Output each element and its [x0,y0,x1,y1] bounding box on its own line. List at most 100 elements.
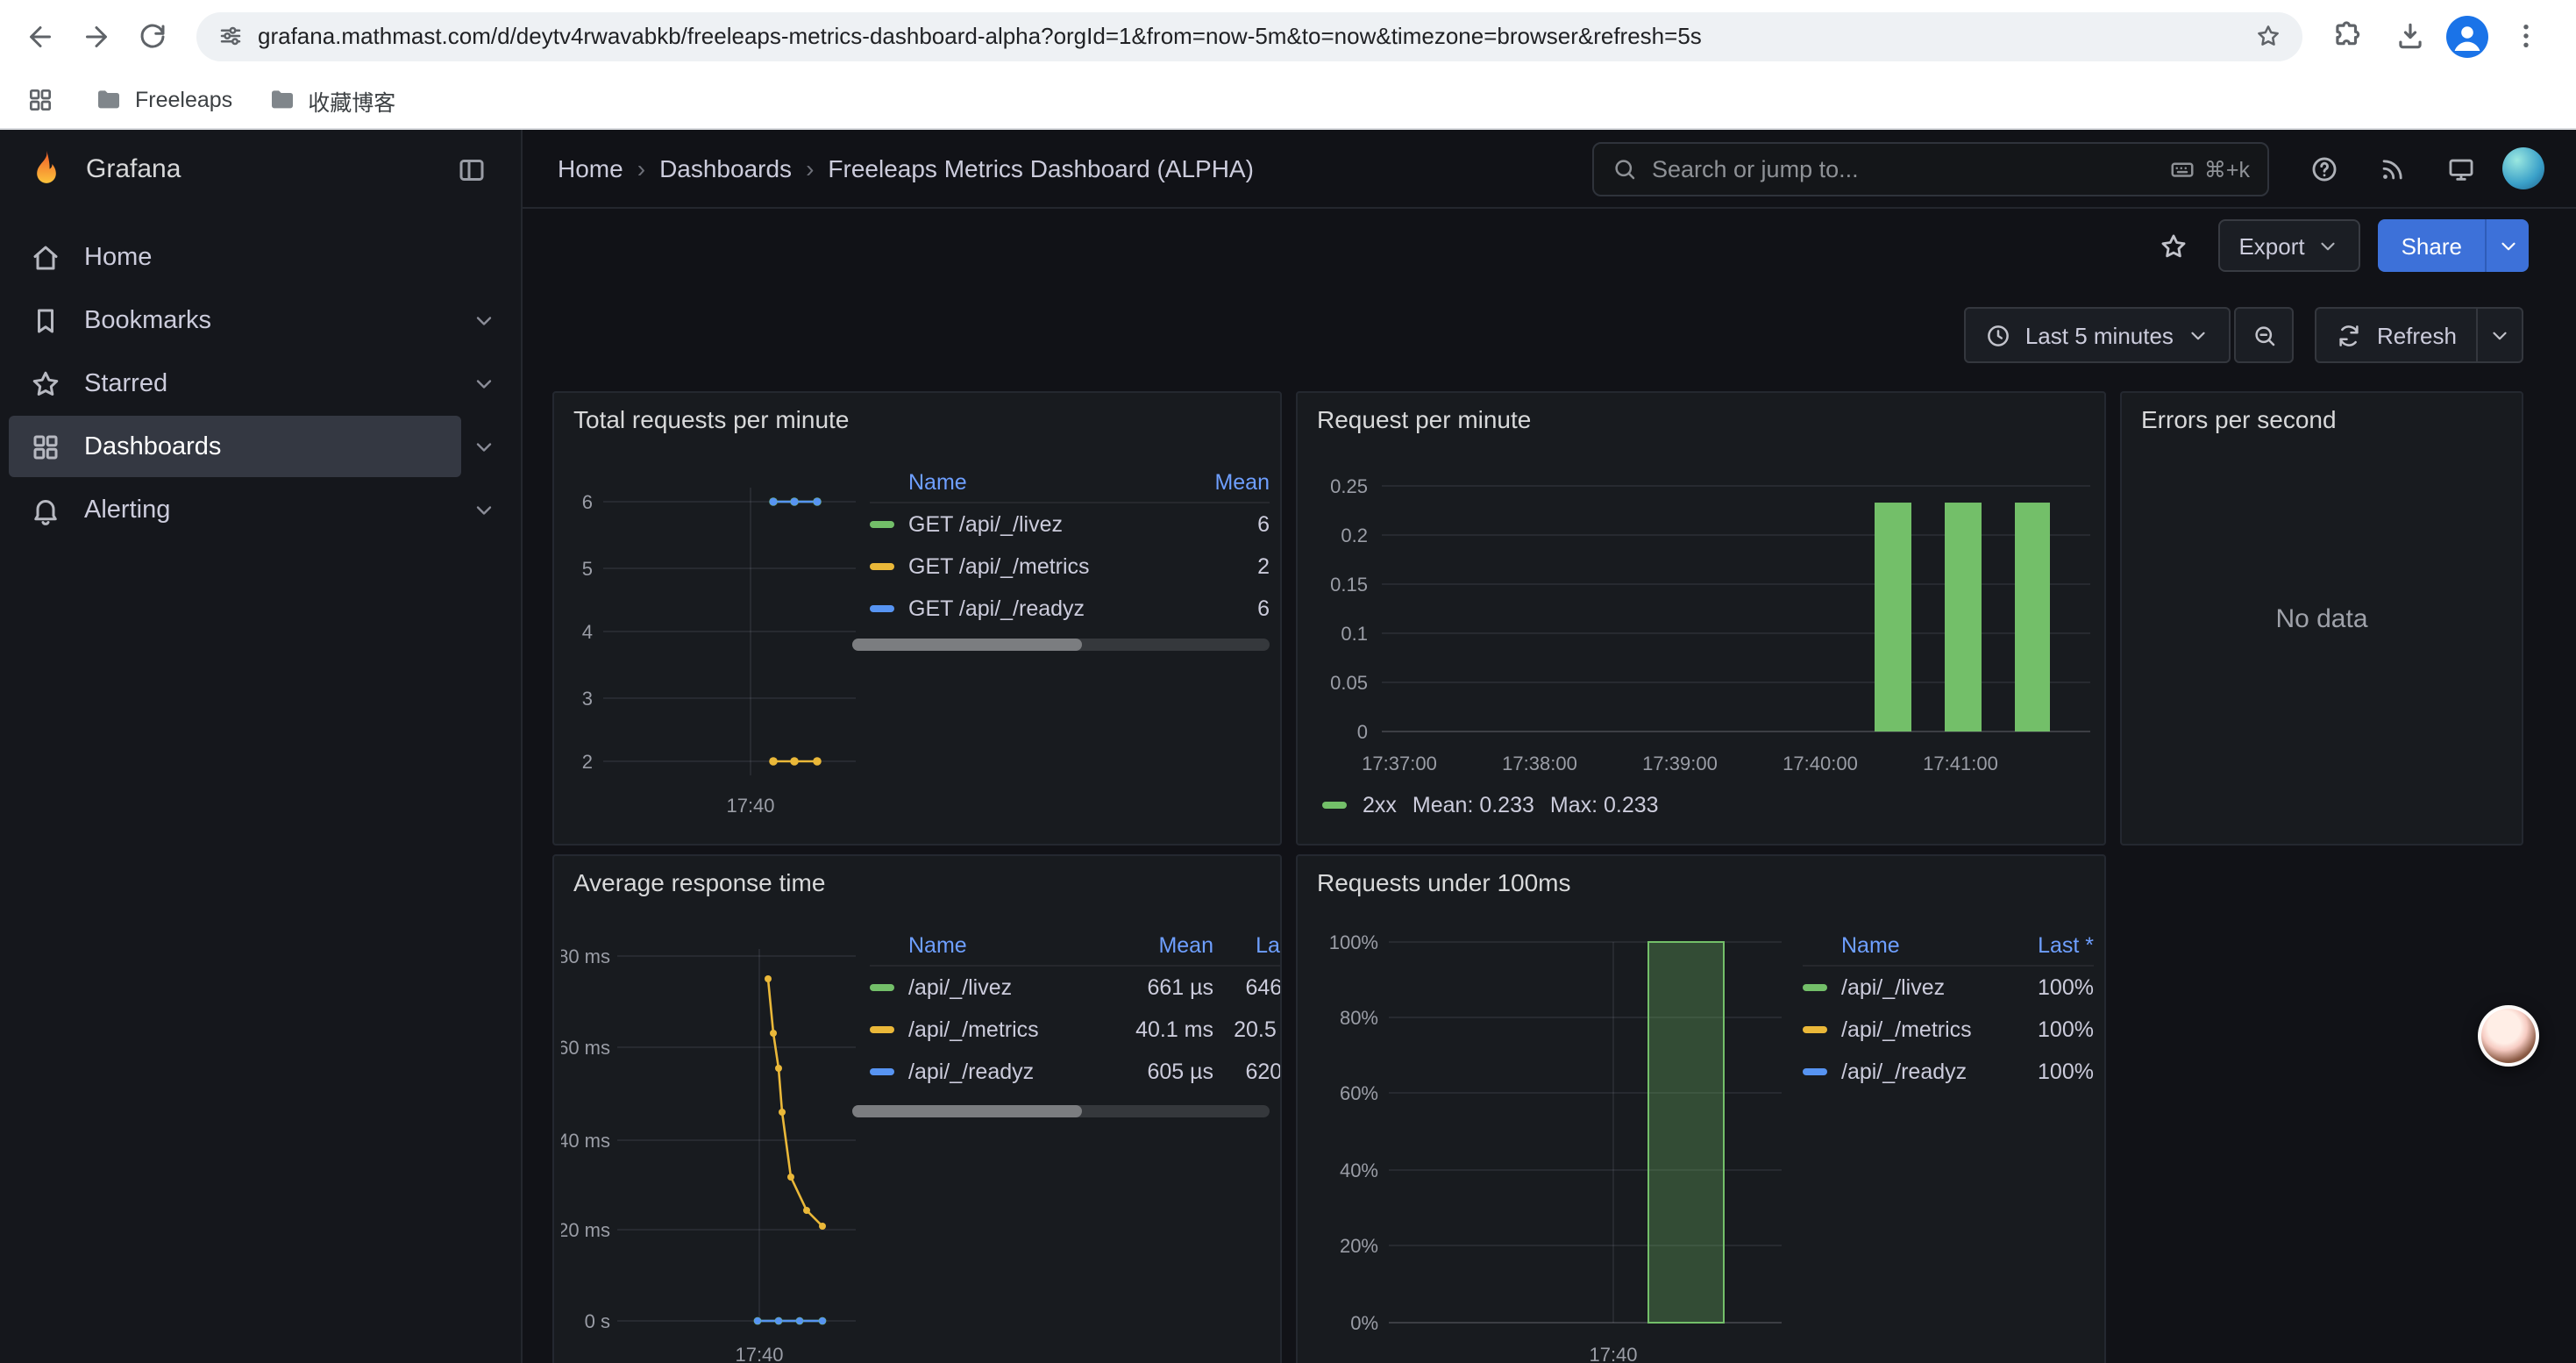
sidebar-collapse-button[interactable] [447,145,496,194]
legend-col-mean[interactable]: Mean [1115,933,1213,958]
legend-header: Name Last * [1803,926,2094,967]
breadcrumb-separator: › [792,154,828,182]
average-response-time-chart[interactable]: 80 ms 60 ms 40 ms 20 ms 0 s 17:40 [561,935,863,1363]
panel-left-icon [456,153,487,185]
expand-starred-button[interactable] [461,360,507,406]
sidebar-link-bookmarks[interactable]: Bookmarks [9,289,461,351]
legend-col-last[interactable]: Last * [1213,933,1282,958]
legend-header: Name Mean Last * [870,926,1282,967]
downloads-button[interactable] [2383,10,2436,62]
forward-icon [81,20,112,52]
panel-title[interactable]: Request per minute [1317,405,1531,433]
favorite-dashboard-button[interactable] [2147,219,2200,272]
home-icon [30,241,61,273]
panel-title[interactable]: Total requests per minute [573,405,849,433]
apps-button[interactable] [21,81,60,119]
bar-2xx[interactable] [2015,503,2050,731]
help-button[interactable] [2297,142,2350,195]
reload-button[interactable] [126,10,179,62]
legend-row: /api/_/metrics 100% [1803,1009,2094,1051]
extensions-button[interactable] [2320,10,2373,62]
bar-2xx[interactable] [1945,503,1982,731]
series-mean: Mean: 0.233 [1413,793,1534,817]
legend-col-mean[interactable]: Mean [1171,470,1270,495]
user-avatar[interactable] [2502,147,2544,189]
keyboard-icon [2169,155,2195,182]
sidebar-link-dashboards[interactable]: Dashboards [9,416,461,477]
expand-bookmarks-button[interactable] [461,297,507,343]
star-icon [2159,231,2188,260]
sidebar-item-starred: Starred [0,353,521,414]
series-swatch [1803,1026,1827,1033]
breadcrumb-dashboards[interactable]: Dashboards [659,154,792,182]
share-button[interactable]: Share [2379,219,2485,272]
download-icon [2393,19,2426,53]
sidebar-link-starred[interactable]: Starred [9,353,461,414]
total-requests-chart[interactable]: 6 5 4 3 2 17:40 [561,456,863,833]
clock-icon [1985,322,2011,348]
legend-col-name[interactable]: Name [870,933,1115,958]
share-menu-button[interactable] [2485,219,2529,272]
svg-text:60 ms: 60 ms [561,1037,610,1059]
refresh-interval-button[interactable] [2478,307,2523,363]
url-bar[interactable] [196,11,2302,61]
forward-button[interactable] [70,10,123,62]
browser-menu-button[interactable] [2499,10,2551,62]
series-swatch [870,1068,894,1075]
search-box[interactable]: ⌘+k [1592,141,2269,196]
bar-2xx[interactable] [1875,503,1911,731]
toolbar-right [2320,10,2562,62]
legend-row: GET /api/_/livez 6 [870,503,1270,546]
legend-row: /api/_/readyz 100% [1803,1051,2094,1093]
series-name[interactable]: 2xx [1363,793,1397,817]
legend-row: GET /api/_/metrics 2 [870,546,1270,588]
sidebar-nav: Home Bookmarks Starred [0,209,521,540]
panel-total-requests: Total requests per minute 6 5 4 3 2 17:4… [552,391,1282,846]
panel-title[interactable]: Errors per second [2141,405,2337,433]
sidebar-link-alerting[interactable]: Alerting [9,479,461,540]
expand-alerting-button[interactable] [461,487,507,532]
refresh-split-button: Refresh [2316,307,2523,363]
display-button[interactable] [2434,142,2487,195]
request-per-minute-chart[interactable]: 0.25 0.2 0.15 0.1 0.05 0 17:37:00 17:38:… [1312,472,2094,784]
breadcrumb-home[interactable]: Home [558,154,623,182]
legend-col-last[interactable]: Last * [1989,933,2094,958]
panel-title[interactable]: Requests under 100ms [1317,868,1571,896]
svg-text:40%: 40% [1340,1160,1378,1181]
site-settings-icon [217,23,244,49]
share-label: Share [2402,232,2462,259]
browser-profile-avatar[interactable] [2446,15,2488,57]
requests-under-100ms-chart[interactable]: 100% 80% 60% 40% 20% 0% 17:40 [1312,935,1785,1363]
legend-row: /api/_/livez 661 µs 646 µs [870,967,1282,1009]
scrollbar-thumb[interactable] [852,639,1082,651]
svg-text:20%: 20% [1340,1235,1378,1257]
floating-assistant-avatar[interactable] [2478,1005,2539,1067]
scrollbar-thumb[interactable] [852,1105,1082,1117]
refresh-button[interactable]: Refresh [2316,307,2478,363]
news-button[interactable] [2366,142,2418,195]
time-controls: Last 5 minutes Refresh [1964,307,2523,363]
url-input[interactable] [258,23,2241,49]
zoom-out-icon [2252,322,2278,348]
export-button[interactable]: Export [2217,219,2360,272]
panel-title[interactable]: Average response time [573,868,825,896]
expand-dashboards-button[interactable] [461,424,507,469]
svg-text:2: 2 [582,751,593,773]
bookmark-folder-freeleaps[interactable]: Freeleaps [95,86,232,114]
legend-col-name[interactable]: Name [870,470,1171,495]
bar-under-100ms[interactable] [1648,942,1724,1323]
chevron-down-icon [2496,234,2519,257]
bookmark-star-icon[interactable] [2255,23,2281,49]
legend-scrollbar[interactable] [852,639,1270,651]
svg-text:17:40: 17:40 [726,795,774,817]
bookmark-folder-blogs[interactable]: 收藏博客 [267,83,395,117]
back-button[interactable] [14,10,67,62]
search-input[interactable] [1652,155,2155,182]
time-range-picker[interactable]: Last 5 minutes [1964,307,2231,363]
zoom-out-time-button[interactable] [2235,307,2295,363]
sidebar-link-home[interactable]: Home [9,226,507,288]
svg-text:17:40: 17:40 [735,1344,783,1363]
chevron-down-icon [472,434,496,459]
legend-scrollbar[interactable] [852,1105,1270,1117]
legend-col-name[interactable]: Name [1803,933,1989,958]
